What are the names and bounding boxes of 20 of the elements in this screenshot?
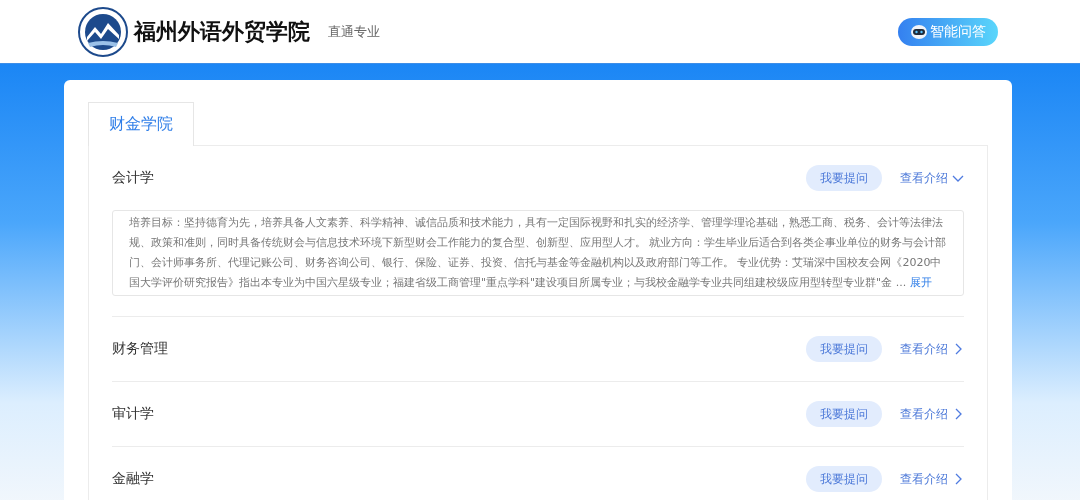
view-intro-button[interactable]: 查看介绍 <box>900 340 964 358</box>
ask-question-button[interactable]: 我要提问 <box>806 336 882 362</box>
ask-question-button[interactable]: 我要提问 <box>806 165 882 191</box>
school-logo <box>78 6 128 57</box>
major-description: 培养目标：坚持德育为先，培养具备人文素养、科学精神、诚信品质和技术能力，具有一定国际视野和扎实的经济学、管理学理论基础，熟悉工商、税务、会计等法律法规、政策和准则，同时具备传统财会与信息技术环境下新型财会工作能力的复合型、创新型、应用型人才。 就业方向：学生毕业后适合到各类企事业单位的财务与会计部门、会计师事务所、代理记账公司、财务咨询公司、银行、保险、证券、投资、信托与基金等金融机构以及政府部门等工作。 专业优势：艾瑞深中国校友会网《2020中国大学评价研究报告》指出本专业为中国六星级专业；福建省级工商管理"重点学科"建设项目所属专业；与我校金融学专业共同组建校级应用型转型专业群"金 ... 展开 <box>112 210 964 296</box>
view-intro-button[interactable]: 查看介绍 <box>900 169 964 187</box>
major-name: 财务管理 <box>112 340 169 358</box>
ask-question-button[interactable]: 我要提问 <box>806 466 882 492</box>
robot-icon <box>910 23 928 40</box>
view-intro-button[interactable]: 查看介绍 <box>900 470 964 488</box>
major-name: 审计学 <box>112 405 155 423</box>
view-intro-button[interactable]: 查看介绍 <box>900 405 964 423</box>
school-name: 福州外语外贸学院 <box>134 17 310 46</box>
expand-link[interactable]: 展开 <box>909 276 932 289</box>
major-name: 金融学 <box>112 470 155 488</box>
college-tab[interactable]: 财金学院 <box>88 102 194 146</box>
page-subtitle: 直通专业 <box>328 22 380 41</box>
smart-qa-button[interactable]: 智能问答 <box>898 17 998 46</box>
major-name: 会计学 <box>112 169 155 187</box>
ask-question-button[interactable]: 我要提问 <box>806 401 882 427</box>
